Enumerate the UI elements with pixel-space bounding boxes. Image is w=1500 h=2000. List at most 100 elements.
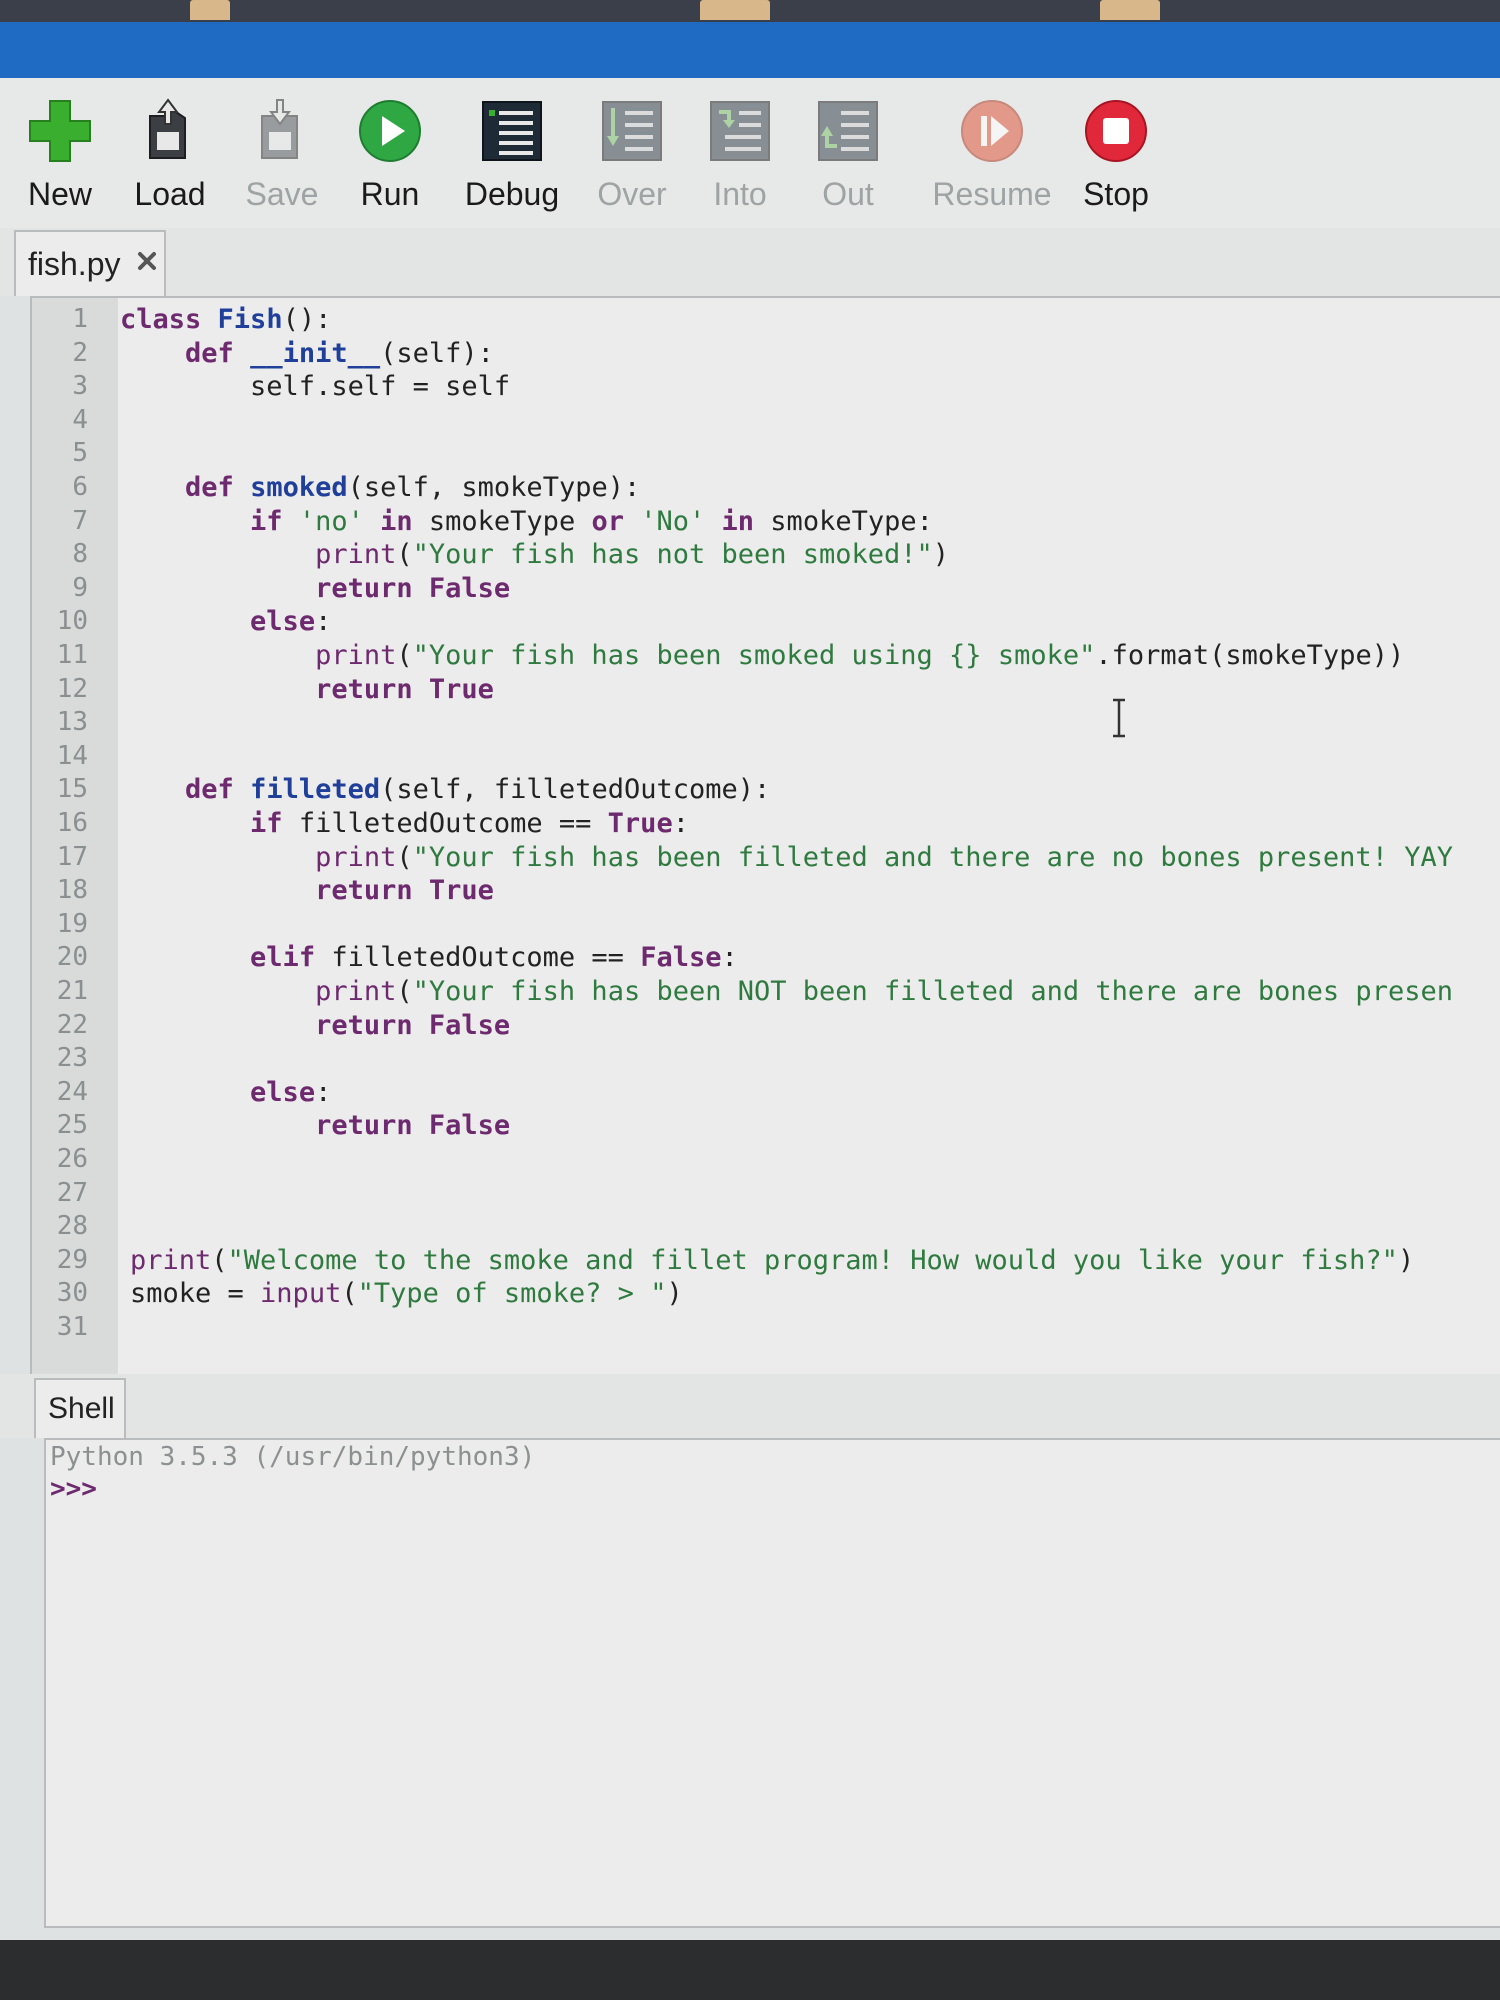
line-number: 4 <box>72 404 88 435</box>
line-number: 25 <box>56 1110 88 1141</box>
save-button[interactable]: Save <box>232 88 332 218</box>
code-line[interactable]: smoke = input("Type of smoke? > ") <box>130 1278 683 1309</box>
load-icon <box>149 98 186 159</box>
taskbar-item[interactable] <box>700 0 770 20</box>
run-label: Run <box>360 176 420 212</box>
code-line[interactable]: print("Your fish has been smoked using {… <box>120 640 1404 671</box>
code-line[interactable]: print("Welcome to the smoke and fillet p… <box>130 1245 1414 1276</box>
line-number: 12 <box>56 673 88 704</box>
line-number: 24 <box>56 1076 88 1107</box>
step-over-button[interactable]: Over <box>582 88 682 218</box>
code-line[interactable]: if filletedOutcome == True: <box>120 808 689 839</box>
line-number: 11 <box>56 640 88 670</box>
save-label: Save <box>245 176 319 212</box>
code-line[interactable]: return False <box>120 1010 510 1041</box>
shell-prompt: >>> <box>50 1474 97 1504</box>
load-label: Load <box>134 176 206 212</box>
taskbar-item[interactable] <box>190 0 230 20</box>
tab-shell[interactable]: Shell <box>34 1378 126 1438</box>
plus-icon <box>29 100 91 162</box>
debug-button[interactable]: Debug <box>462 88 562 218</box>
code-line[interactable]: if 'no' in smokeType or 'No' in smokeTyp… <box>120 506 933 537</box>
code-line[interactable]: class Fish(): <box>120 304 331 335</box>
line-number: 2 <box>72 337 88 368</box>
code-line[interactable]: return False <box>120 1110 510 1141</box>
shell-tab-bar: Shell <box>0 1374 1500 1438</box>
line-number: 27 <box>56 1177 88 1208</box>
line-number: 3 <box>72 371 88 402</box>
text-cursor-icon <box>1113 698 1125 738</box>
tab-fish-py[interactable]: fish.py <box>14 230 166 296</box>
step-into-icon <box>710 101 770 161</box>
shell-console[interactable]: Python 3.5.3 (/usr/bin/python3) >>> <box>44 1438 1500 1928</box>
line-number: 22 <box>56 1009 88 1040</box>
line-number: 20 <box>56 942 88 973</box>
new-button[interactable]: New <box>10 88 110 218</box>
load-button[interactable]: Load <box>120 88 220 218</box>
line-number: 18 <box>56 875 88 906</box>
step-out-button[interactable]: Out <box>798 88 898 218</box>
resume-label: Resume <box>932 176 1052 212</box>
line-number: 31 <box>56 1312 88 1342</box>
code-line[interactable]: return False <box>120 573 510 604</box>
taskbar-item[interactable] <box>1100 0 1160 20</box>
code-line[interactable]: def smoked(self, smokeType): <box>120 472 640 503</box>
line-number: 9 <box>72 572 88 603</box>
tab-label: fish.py <box>28 246 121 282</box>
close-icon[interactable] <box>136 250 158 272</box>
line-number: 10 <box>56 606 88 637</box>
code-line[interactable]: def __init__(self): <box>120 338 494 369</box>
stop-icon <box>1085 100 1147 162</box>
over-label: Over <box>597 176 667 212</box>
code-line[interactable]: return True <box>120 674 494 705</box>
line-number: 8 <box>72 539 88 570</box>
line-number: 26 <box>56 1144 88 1174</box>
code-line[interactable]: else: <box>120 606 331 637</box>
line-number: 16 <box>56 808 88 838</box>
screen-bezel <box>0 1940 1500 2000</box>
step-over-icon <box>602 101 662 161</box>
code-line[interactable]: else: <box>120 1077 331 1108</box>
line-number: 21 <box>56 976 88 1006</box>
code-line[interactable]: print("Your fish has been NOT been fille… <box>120 976 1453 1007</box>
out-label: Out <box>822 176 874 212</box>
editor-tab-bar: fish.py <box>0 228 1500 296</box>
resume-button[interactable]: Resume <box>932 88 1052 218</box>
debug-icon <box>482 101 542 161</box>
code-line[interactable]: print("Your fish has not been smoked!") <box>120 539 949 570</box>
toolbar: New Load Save Run Debug Over Into Out Re… <box>0 78 1500 228</box>
line-number: 15 <box>56 774 88 805</box>
step-out-icon <box>818 101 878 161</box>
line-number-gutter: 1 2 3 4 5 6 7 8 9 10 11 12 13 14 15 16 17 18 19 20 21 22 23 24 2… <box>32 298 118 1374</box>
resume-icon <box>961 100 1023 162</box>
code-line[interactable]: self.self = self <box>120 371 510 402</box>
code-line[interactable]: return True <box>120 875 494 906</box>
title-bar <box>0 22 1500 78</box>
shell-banner: Python 3.5.3 (/usr/bin/python3) <box>50 1442 536 1472</box>
top-strip <box>0 0 1500 22</box>
run-button[interactable]: Run <box>340 88 440 218</box>
line-number: 17 <box>56 841 88 872</box>
line-number: 30 <box>56 1278 88 1309</box>
code-line[interactable]: print("Your fish has been filleted and t… <box>120 842 1453 873</box>
new-label: New <box>27 176 92 212</box>
line-number: 1 <box>72 304 88 334</box>
line-number: 7 <box>72 505 88 536</box>
code-line[interactable]: def filleted(self, filletedOutcome): <box>120 774 770 805</box>
save-icon <box>261 99 298 159</box>
play-icon <box>359 100 421 162</box>
into-label: Into <box>713 176 767 212</box>
code-line[interactable]: elif filletedOutcome == False: <box>120 942 738 973</box>
line-number: 5 <box>72 438 88 469</box>
line-number: 28 <box>56 1211 88 1242</box>
stop-label: Stop <box>1083 176 1149 212</box>
line-number: 29 <box>56 1244 88 1275</box>
shell-tab-label: Shell <box>48 1392 115 1425</box>
code-editor[interactable]: 1 2 3 4 5 6 7 8 9 10 11 12 13 14 15 16 17 18 19 20 21 22 23 24 2… <box>30 296 1500 1376</box>
stop-button[interactable]: Stop <box>1066 88 1166 218</box>
debug-label: Debug <box>464 176 560 212</box>
line-number: 14 <box>56 740 88 771</box>
step-into-button[interactable]: Into <box>690 88 790 218</box>
line-number: 19 <box>56 908 88 939</box>
line-number: 23 <box>56 1043 88 1074</box>
